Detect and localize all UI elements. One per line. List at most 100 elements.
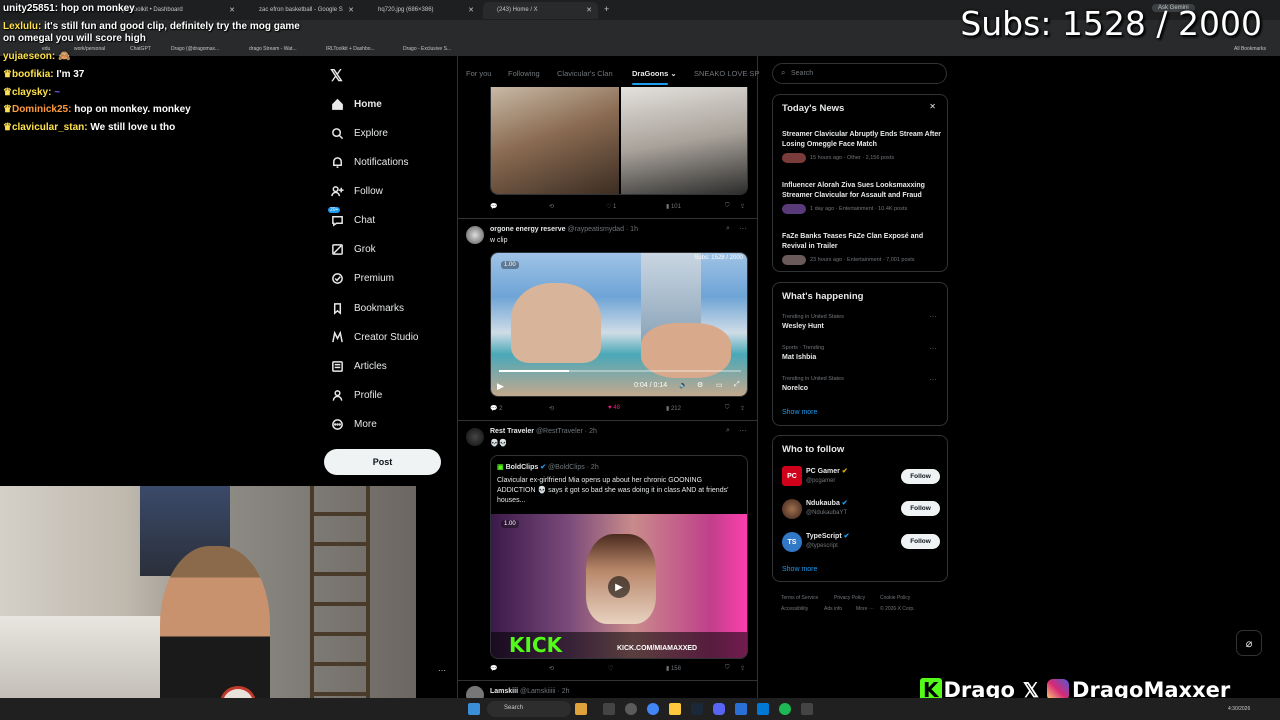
- bookmark[interactable]: IRLToolkit + Dashbo...: [326, 46, 375, 52]
- reply-icon[interactable]: 💬: [490, 665, 497, 672]
- grok-icon[interactable]: ⌕: [726, 427, 730, 435]
- quote-author[interactable]: ▣ BoldClips ✔ @BoldClips · 2h: [497, 463, 599, 471]
- footer-link[interactable]: Accessibility: [781, 606, 808, 612]
- footer-link[interactable]: More ···: [856, 606, 874, 612]
- vscode-icon[interactable]: [757, 703, 769, 715]
- retweet-icon[interactable]: ⟲: [549, 203, 554, 210]
- volume-icon[interactable]: 🔈: [679, 381, 688, 389]
- fullscreen-icon[interactable]: ⤢: [734, 381, 740, 389]
- chrome-icon[interactable]: [647, 703, 659, 715]
- more-icon[interactable]: ···: [929, 375, 937, 384]
- settings-icon[interactable]: ⚙: [697, 381, 703, 389]
- trend-item[interactable]: Wesley Hunt: [782, 323, 824, 330]
- steam-icon[interactable]: [691, 703, 703, 715]
- trend-item[interactable]: Norelco: [782, 385, 808, 392]
- more-icon[interactable]: ···: [739, 426, 747, 435]
- close-icon[interactable]: ✕: [929, 102, 936, 111]
- quote-video[interactable]: 1.00 ▶ KICK KICK.COM/MIAMAXXED: [491, 514, 747, 658]
- like-button[interactable]: ♡ 1: [606, 203, 616, 210]
- avatar[interactable]: TS: [782, 532, 802, 552]
- news-headline[interactable]: FaZe Banks Teases FaZe Clan Exposé and R…: [782, 232, 942, 252]
- tweet-author[interactable]: orgone energy reserve @raypeatismydad · …: [490, 226, 638, 233]
- nav-chat[interactable]: 20+ Chat: [328, 207, 375, 232]
- nav-creator-studio[interactable]: Creator Studio: [330, 325, 418, 349]
- like-button[interactable]: ♥ 48: [608, 405, 620, 411]
- all-bookmarks[interactable]: All Bookmarks: [1234, 46, 1266, 52]
- show-more-link[interactable]: Show more: [782, 409, 817, 416]
- follow-button[interactable]: Follow: [901, 501, 940, 516]
- tweet-media[interactable]: [490, 87, 748, 195]
- nav-grok[interactable]: Grok: [330, 237, 376, 261]
- x-logo-icon[interactable]: 𝕏: [330, 66, 343, 86]
- widgets-icon[interactable]: [575, 703, 587, 715]
- footer-link[interactable]: Privacy Policy: [834, 595, 865, 601]
- tweet-video[interactable]: 1.00 Subs: 1528 / 2000 ▶ 0:04 / 0:14 🔈 ⚙…: [490, 252, 748, 397]
- browser-tab-active[interactable]: (243) Home / X ✕: [483, 2, 598, 19]
- bookmark-icon[interactable]: ⛉: [725, 665, 730, 672]
- nav-premium[interactable]: Premium: [330, 266, 394, 290]
- reply-button[interactable]: 💬 2: [490, 405, 502, 412]
- tab-dragoons[interactable]: DraGoons ⌄: [632, 69, 677, 78]
- nav-bookmarks[interactable]: Bookmarks: [330, 296, 404, 320]
- tab-following[interactable]: Following: [508, 69, 540, 78]
- avatar[interactable]: [782, 499, 802, 519]
- reply-icon[interactable]: 💬: [490, 203, 497, 210]
- more-icon[interactable]: ···: [929, 312, 937, 321]
- nav-profile[interactable]: Profile: [330, 383, 382, 407]
- follow-suggestion-name[interactable]: Ndukauba ✔: [806, 499, 848, 507]
- tab-for-you[interactable]: For you: [466, 69, 491, 78]
- news-headline[interactable]: Streamer Clavicular Abruptly Ends Stream…: [782, 130, 942, 150]
- show-more-link[interactable]: Show more: [782, 566, 817, 573]
- more-icon[interactable]: ···: [739, 224, 747, 233]
- nav-home[interactable]: Home: [330, 92, 382, 116]
- task-view-icon[interactable]: [603, 703, 615, 715]
- views-count[interactable]: ▮ 158: [666, 665, 681, 672]
- video-speed[interactable]: 1.00: [501, 520, 519, 528]
- video-progress-track[interactable]: [499, 370, 741, 372]
- grok-icon[interactable]: ⌕: [726, 225, 730, 233]
- discord-icon[interactable]: [713, 703, 725, 715]
- nav-explore[interactable]: Explore: [330, 121, 388, 145]
- nav-articles[interactable]: Articles: [330, 354, 387, 378]
- follow-suggestion-name[interactable]: TypeScript ✔: [806, 532, 849, 540]
- post-button[interactable]: Post: [324, 449, 441, 475]
- news-headline[interactable]: Influencer Alorah Ziva Sues Looksmaxxing…: [782, 181, 942, 201]
- windows-start-icon[interactable]: [468, 703, 480, 715]
- follow-button[interactable]: Follow: [901, 469, 940, 484]
- grok-float-button[interactable]: ⌀: [1236, 630, 1262, 656]
- obs-icon[interactable]: [801, 703, 813, 715]
- tweet-author[interactable]: Rest Traveler @RestTraveler · 2h: [490, 428, 597, 435]
- new-tab-icon[interactable]: +: [604, 4, 609, 14]
- avatar[interactable]: [466, 226, 484, 244]
- tweet-author[interactable]: Lamskiii @Lamskiiiii · 2h: [490, 688, 569, 695]
- pip-icon[interactable]: ▭: [716, 381, 723, 389]
- quote-tweet[interactable]: ▣ BoldClips ✔ @BoldClips · 2h Clavicular…: [490, 455, 748, 659]
- video-speed[interactable]: 1.00: [501, 261, 519, 269]
- nav-notifications[interactable]: Notifications: [330, 150, 408, 174]
- views-count[interactable]: ▮ 101: [666, 203, 681, 210]
- footer-link[interactable]: Terms of Service: [781, 595, 818, 601]
- account-more-icon[interactable]: ···: [438, 666, 446, 675]
- retweet-icon[interactable]: ⟲: [549, 665, 554, 672]
- more-icon[interactable]: ···: [929, 344, 937, 353]
- footer-link[interactable]: Ads info: [824, 606, 842, 612]
- avatar[interactable]: [466, 428, 484, 446]
- close-icon[interactable]: ✕: [586, 6, 592, 14]
- nav-follow[interactable]: Follow: [330, 179, 383, 203]
- play-icon[interactable]: ▶: [497, 381, 504, 392]
- follow-button[interactable]: Follow: [901, 534, 940, 549]
- app-icon[interactable]: [735, 703, 747, 715]
- search-input[interactable]: ⌕ Search: [772, 63, 947, 84]
- tab-clavicular-clan[interactable]: Clavicular's Clan: [557, 69, 613, 78]
- bookmark-icon[interactable]: ⛉: [725, 203, 730, 210]
- share-icon[interactable]: ⇪: [740, 203, 745, 210]
- spotify-icon[interactable]: [779, 703, 791, 715]
- views-count[interactable]: ▮ 212: [666, 405, 681, 412]
- taskbar-search[interactable]: Search: [487, 701, 571, 717]
- footer-link[interactable]: Cookie Policy: [880, 595, 910, 601]
- close-icon[interactable]: ✕: [348, 6, 354, 14]
- avatar[interactable]: PC: [782, 466, 802, 486]
- tab-sneako[interactable]: SNEAKO LOVE SP: [694, 69, 759, 78]
- play-icon[interactable]: ▶: [608, 576, 630, 598]
- bookmark-icon[interactable]: ⛉: [725, 405, 730, 412]
